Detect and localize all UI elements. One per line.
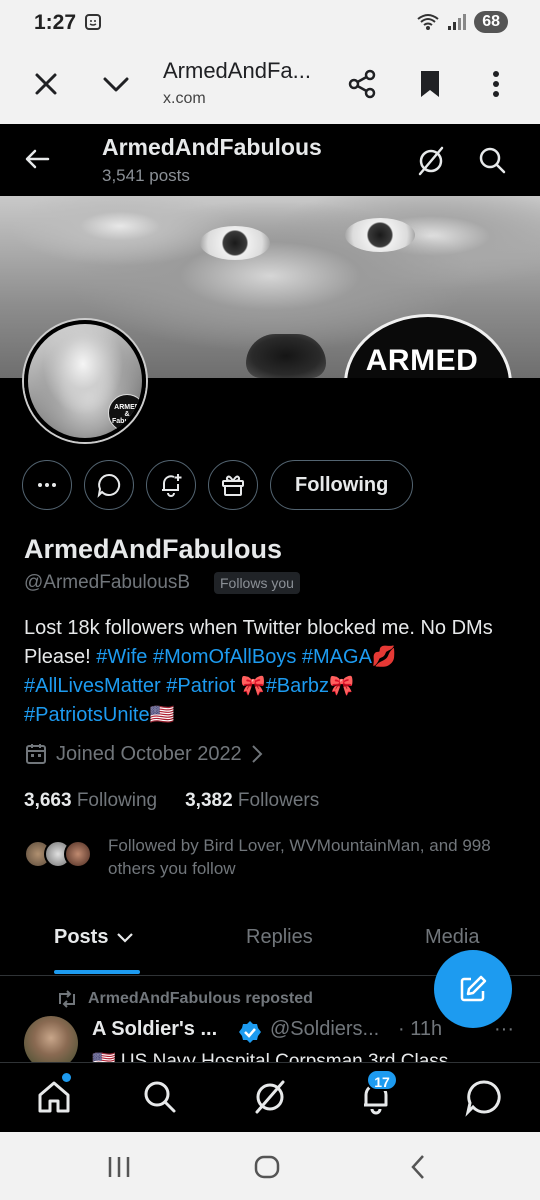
kiss-emoji: 💋 xyxy=(371,646,397,668)
gift-icon xyxy=(222,475,244,496)
active-tab-indicator xyxy=(54,970,140,974)
wifi-icon xyxy=(417,14,439,30)
following-stat[interactable]: 3,663 Following xyxy=(24,790,157,812)
messages-icon[interactable] xyxy=(464,1077,504,1117)
status-bar: 1:27 68 xyxy=(0,0,540,46)
android-nav-bar xyxy=(0,1132,540,1200)
more-horizontal-icon xyxy=(38,483,56,487)
post-more-button[interactable]: ··· xyxy=(494,1018,514,1041)
chevron-down-icon xyxy=(117,932,134,943)
close-icon[interactable] xyxy=(28,66,64,102)
follower-avatar-3 xyxy=(64,840,92,868)
x-profile-app: ArmedAndFabulous 3,541 posts ARMED ARMED… xyxy=(0,124,540,1132)
browser-url[interactable]: x.com xyxy=(163,90,206,108)
bookmark-icon[interactable] xyxy=(412,66,448,102)
status-right: 68 xyxy=(416,11,508,33)
hashtag-alllivesmatter[interactable]: #AllLivesMatter xyxy=(24,675,161,697)
follow-stats: 3,663 Following 3,382 Followers xyxy=(24,790,319,812)
banner-lips xyxy=(246,334,326,378)
more-button[interactable] xyxy=(22,460,72,510)
repost-indicator: ArmedAndFabulous reposted xyxy=(56,990,313,1008)
grok-icon[interactable] xyxy=(250,1077,290,1117)
ribbon-emoji-2: 🎀 xyxy=(329,675,354,697)
following-button[interactable]: Following xyxy=(270,460,414,510)
hashtag-barbz[interactable]: #Barbz xyxy=(266,675,329,697)
search-icon[interactable] xyxy=(476,144,508,176)
more-vertical-icon[interactable] xyxy=(478,66,514,102)
profile-header-bar: ArmedAndFabulous 3,541 posts xyxy=(0,124,540,196)
post-time: · 11h xyxy=(398,1018,443,1040)
banner-eye-right xyxy=(345,218,415,252)
hashtag-wife[interactable]: #Wife xyxy=(96,646,147,668)
chat-bubble-icon xyxy=(97,473,121,498)
gift-button[interactable] xyxy=(208,460,258,510)
post-author-name[interactable]: A Soldier's ... xyxy=(92,1018,217,1041)
followed-by-text: Followed by Bird Lover, WVMountainMan, a… xyxy=(108,836,491,878)
following-stat-label: Following xyxy=(76,790,158,811)
tab-media[interactable]: Media xyxy=(425,926,479,949)
hashtag-momofallboys[interactable]: #MomOfAllBoys xyxy=(153,646,296,668)
back-arrow-icon[interactable] xyxy=(22,144,52,174)
battery-indicator: 68 xyxy=(474,11,508,33)
home-unread-dot xyxy=(62,1073,71,1082)
chevron-down-icon[interactable] xyxy=(98,66,134,102)
share-icon[interactable] xyxy=(344,66,380,102)
followers-stat[interactable]: 3,382 Followers xyxy=(185,790,319,812)
profile-actions: Following xyxy=(22,460,414,510)
chevron-right-icon xyxy=(251,745,263,763)
hashtag-patriotsunite[interactable]: #PatriotsUnite xyxy=(24,704,150,726)
compose-post-button[interactable] xyxy=(434,950,512,1028)
ribbon-emoji: 🎀 xyxy=(240,675,266,697)
profile-display-name: ArmedAndFabulous xyxy=(24,534,283,564)
repost-icon xyxy=(59,990,75,1008)
calendar-icon xyxy=(26,744,46,764)
profile-handle: @ArmedFabulousB xyxy=(24,572,191,593)
signal-icon xyxy=(448,14,467,30)
avatar-badge-text: ARMED & Fabulous xyxy=(112,404,144,425)
status-time: 1:27 xyxy=(34,11,77,34)
header-posts-count: 3,541 posts xyxy=(102,166,190,185)
banner-armed-text: ARMED xyxy=(365,344,479,377)
tab-replies[interactable]: Replies xyxy=(246,926,313,949)
joined-text: Joined October 2022 xyxy=(56,742,242,765)
hashtag-maga[interactable]: #MAGA xyxy=(302,646,372,668)
bell-plus-icon xyxy=(162,474,182,497)
explore-search-icon[interactable] xyxy=(140,1077,180,1117)
home-nav-icon[interactable] xyxy=(252,1152,282,1182)
grok-icon[interactable] xyxy=(414,144,448,178)
us-flag-emoji: 🇺🇸 xyxy=(149,704,175,726)
header-profile-name: ArmedAndFabulous xyxy=(102,134,322,160)
follows-you-badge: Follows you xyxy=(214,572,300,594)
repost-label: ArmedAndFabulous reposted xyxy=(88,990,313,1007)
followers-count: 3,382 xyxy=(185,790,233,811)
following-count: 3,663 xyxy=(24,790,72,811)
screenshot-icon xyxy=(85,14,101,30)
message-button[interactable] xyxy=(84,460,134,510)
browser-page-title: ArmedAndFa... xyxy=(163,58,311,83)
followers-stat-label: Followers xyxy=(237,790,320,811)
bottom-nav: 17 xyxy=(0,1062,540,1132)
post-author-handle[interactable]: @Soldiers... xyxy=(270,1018,379,1041)
notifications-badge: 17 xyxy=(366,1069,398,1091)
browser-toolbar: ArmedAndFa... x.com xyxy=(0,46,540,124)
compose-icon xyxy=(460,975,487,1002)
joined-date[interactable]: Joined October 2022 xyxy=(24,742,264,766)
notify-button[interactable] xyxy=(146,460,196,510)
hashtag-patriot[interactable]: #Patriot xyxy=(166,675,235,697)
verified-badge-icon xyxy=(239,1021,261,1043)
home-icon[interactable] xyxy=(34,1077,74,1117)
profile-bio: Lost 18k followers when Twitter blocked … xyxy=(24,614,524,730)
recent-apps-icon[interactable] xyxy=(104,1152,134,1182)
avatar[interactable]: ARMED & Fabulous xyxy=(24,320,146,442)
tab-posts-label: Posts xyxy=(54,926,109,948)
tab-posts[interactable]: Posts xyxy=(54,926,134,949)
banner-eye-left xyxy=(200,226,270,260)
back-nav-icon[interactable] xyxy=(404,1152,434,1182)
